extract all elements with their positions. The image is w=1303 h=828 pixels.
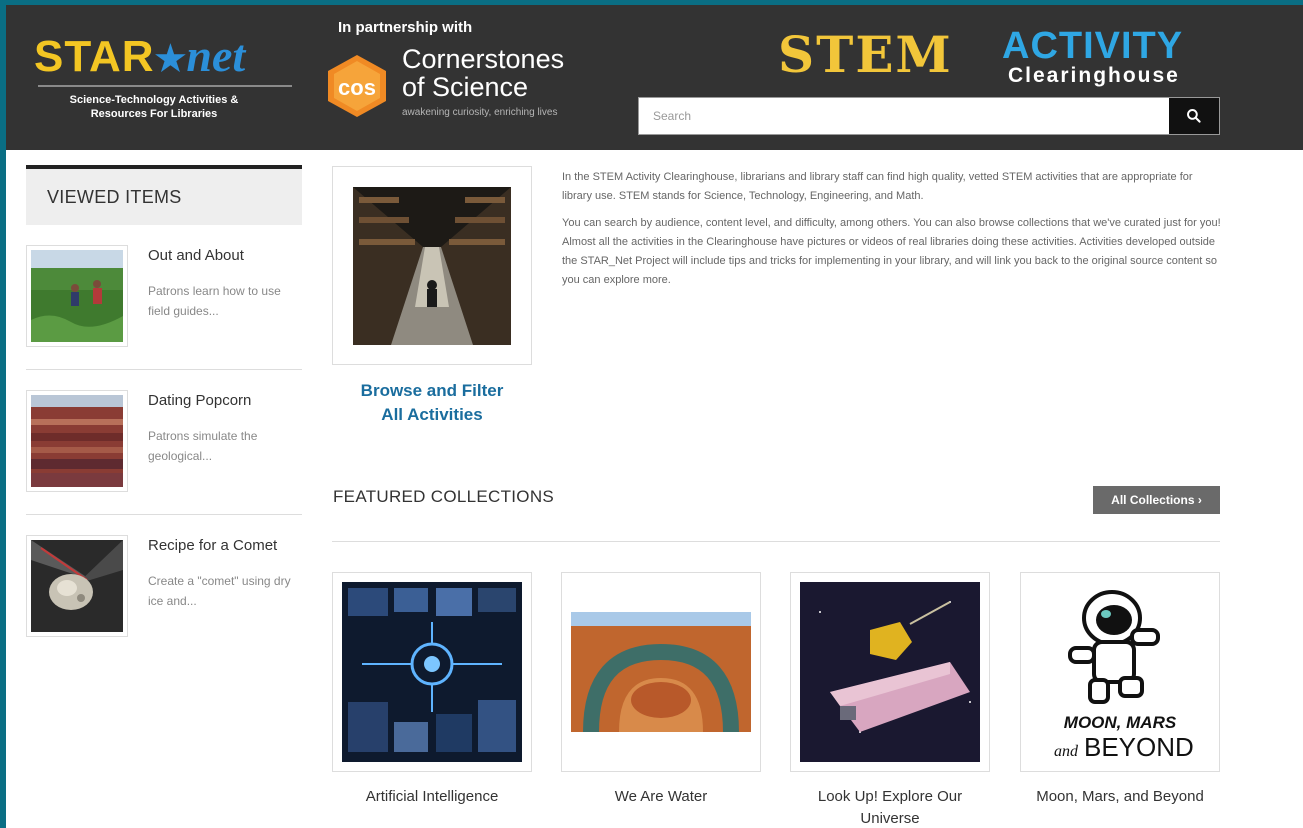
partner-tagline: awakening curiosity, enriching lives — [402, 107, 558, 118]
browse-image-link[interactable] — [332, 166, 532, 365]
stem-word: STEM — [778, 25, 953, 84]
collection-label[interactable]: Moon, Mars, and Beyond — [1020, 786, 1220, 808]
viewed-item-description: Create a "comet" using dry ice and... — [148, 574, 291, 608]
moon-mars-text: MOON, MARS — [1064, 713, 1177, 732]
collection-card-universe[interactable]: Look Up! Explore Our Universe — [790, 572, 990, 828]
beyond-text: BEYOND — [1084, 732, 1194, 762]
collection-card-ai[interactable]: Artificial Intelligence — [332, 572, 532, 808]
viewed-item-description: Patrons learn how to use field guides... — [148, 284, 281, 318]
search-input[interactable] — [639, 98, 1169, 134]
viewed-item[interactable]: Recipe for a Comet Create a "comet" usin… — [26, 515, 302, 660]
all-collections-label: All Collections — [1111, 493, 1195, 507]
partner-logo[interactable]: In partnership with cos Cornerstones of … — [316, 19, 616, 139]
viewed-item-title[interactable]: Out and About — [148, 247, 244, 264]
starnet-tagline-line1: Science-Technology Activities & — [69, 94, 239, 106]
cos-badge-text: cos — [338, 75, 376, 100]
collection-label[interactable]: Artificial Intelligence — [332, 786, 532, 808]
viewed-items-heading: VIEWED ITEMS — [26, 165, 302, 225]
intro-paragraph-2: You can search by audience, content leve… — [562, 217, 1221, 286]
site-header: STAR ★ net Science-Technology Activities… — [6, 5, 1303, 150]
viewed-item-thumbnail[interactable] — [26, 390, 128, 492]
starnet-net-text: net — [186, 30, 246, 81]
viewed-item[interactable]: Out and About Patrons learn how to use f… — [26, 225, 302, 370]
starnet-wordmark: STAR ★ net — [34, 23, 296, 81]
collection-card-moon-mars[interactable]: MOON, MARS and BEYOND Moon, Mars, and Be… — [1020, 572, 1220, 808]
browse-link-line2: All Activities — [381, 405, 483, 424]
canyon-rock-photo — [31, 395, 123, 487]
viewed-item-title[interactable]: Recipe for a Comet — [148, 537, 277, 554]
viewed-item-thumbnail[interactable] — [26, 245, 128, 347]
star-icon: ★ — [152, 37, 189, 81]
cos-hexagon-icon: cos — [324, 53, 390, 119]
partner-name: Cornerstones of Science — [402, 45, 564, 101]
collection-card-water[interactable]: We Are Water — [561, 572, 761, 808]
library-stacks-image — [353, 187, 511, 345]
starnet-divider — [38, 85, 292, 87]
space-telescope-image — [800, 582, 980, 762]
all-collections-button[interactable]: All Collections › — [1093, 486, 1220, 514]
starnet-star-text: STAR — [34, 32, 155, 81]
collection-image[interactable] — [790, 572, 990, 772]
collection-image[interactable] — [561, 572, 761, 772]
viewed-items-sidebar: VIEWED ITEMS Out and About Patrons learn… — [26, 165, 302, 660]
astronaut-image: MOON, MARS and BEYOND — [1030, 582, 1210, 762]
and-text: and — [1054, 743, 1079, 760]
chevron-right-icon: › — [1197, 493, 1202, 507]
horseshoe-bend-image — [571, 582, 751, 762]
partner-name-line1: Cornerstones — [402, 44, 565, 74]
viewed-item-description: Patrons simulate the geological... — [148, 429, 258, 463]
intro-text: In the STEM Activity Clearinghouse, libr… — [562, 168, 1222, 298]
stem-clearinghouse-logo[interactable]: STEM ACTIVITY Clearinghouse — [776, 25, 1226, 95]
starnet-tagline: Science-Technology Activities & Resource… — [34, 93, 274, 121]
collection-image[interactable] — [332, 572, 532, 772]
viewed-item-thumbnail[interactable] — [26, 535, 128, 637]
starnet-logo[interactable]: STAR ★ net Science-Technology Activities… — [34, 23, 296, 133]
collection-image[interactable]: MOON, MARS and BEYOND — [1020, 572, 1220, 772]
featured-divider — [332, 541, 1220, 542]
collection-label[interactable]: We Are Water — [561, 786, 761, 808]
viewed-item-title[interactable]: Dating Popcorn — [148, 392, 251, 409]
stem-clearinghouse-text: Clearinghouse — [1008, 64, 1180, 87]
partner-label: In partnership with — [338, 19, 473, 36]
browse-link-line1: Browse and Filter — [360, 381, 504, 400]
starnet-tagline-line2: Resources For Libraries — [90, 108, 218, 120]
intro-paragraph-1: In the STEM Activity Clearinghouse, libr… — [562, 171, 1193, 202]
partner-name-line2: of Science — [402, 72, 529, 102]
ai-collage-image — [342, 582, 522, 762]
search-button[interactable] — [1169, 98, 1219, 134]
stem-activity-text: ACTIVITY — [1002, 25, 1184, 67]
page-frame: STAR ★ net Science-Technology Activities… — [6, 5, 1303, 828]
browse-all-activities-link[interactable]: Browse and Filter All Activities — [332, 379, 532, 427]
featured-collections-heading: FEATURED COLLECTIONS — [333, 487, 555, 506]
search-icon — [1187, 109, 1201, 123]
search-bar — [638, 97, 1220, 135]
viewed-item[interactable]: Dating Popcorn Patrons simulate the geol… — [26, 370, 302, 515]
comet-photo — [31, 540, 123, 632]
field-guide-photo — [31, 250, 123, 342]
collection-label[interactable]: Look Up! Explore Our Universe — [790, 786, 990, 828]
